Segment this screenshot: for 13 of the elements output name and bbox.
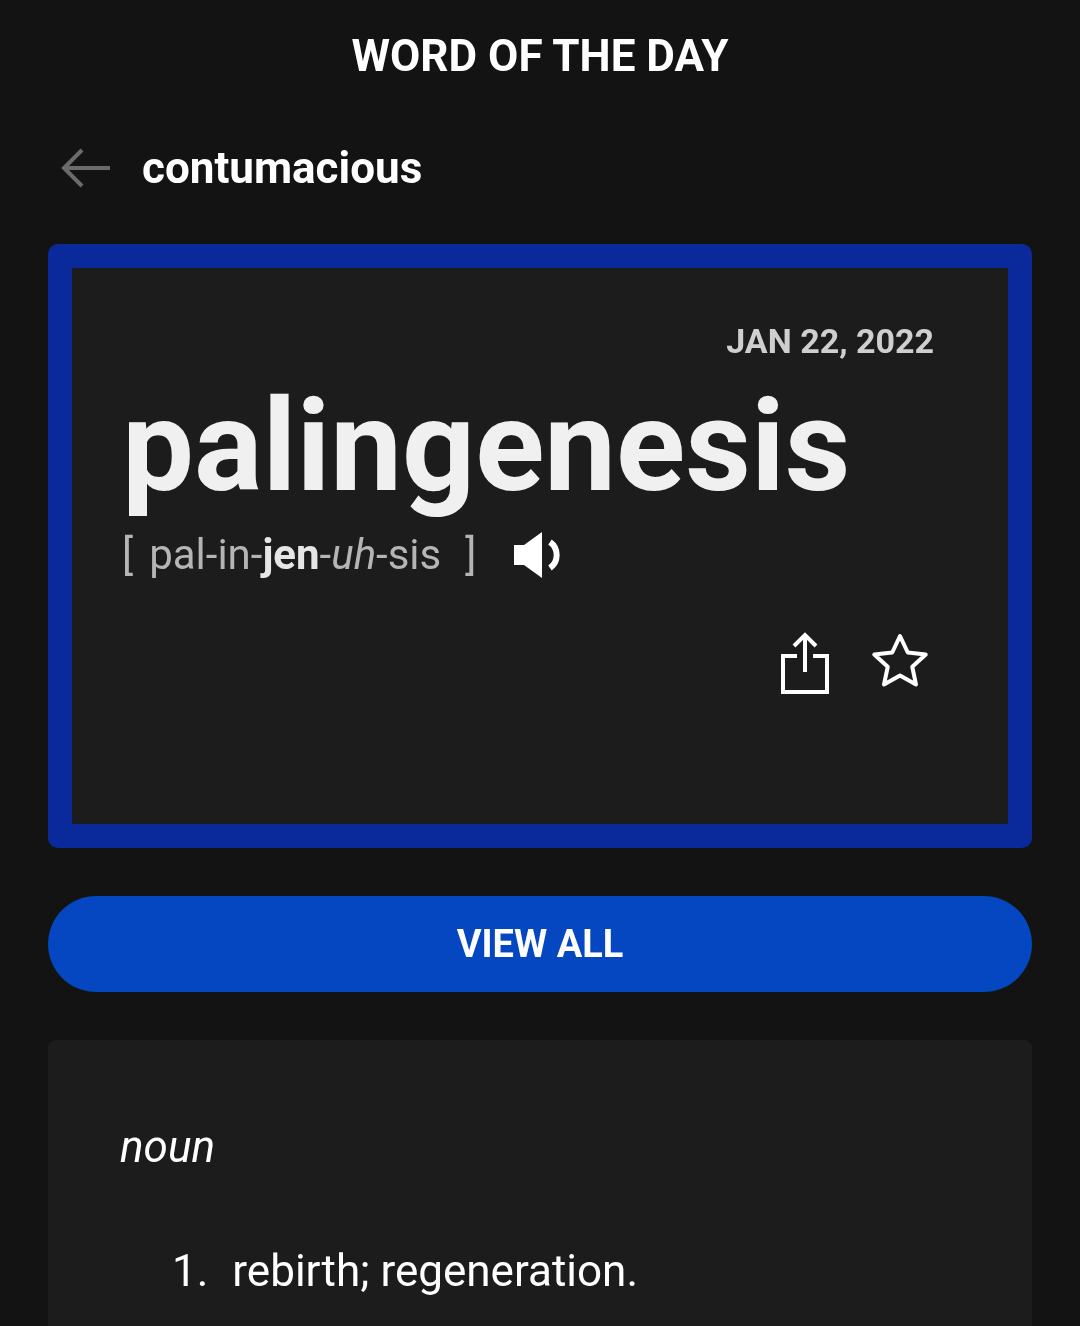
page-title: WORD OF THE DAY	[351, 29, 729, 84]
sense-number: 1.	[172, 1244, 209, 1299]
previous-word[interactable]: contumacious	[142, 135, 423, 201]
bracket: [	[122, 529, 134, 581]
bracket: ]	[465, 529, 477, 581]
share-icon[interactable]	[780, 632, 830, 694]
pronunciation: pal-in-jen-uh-sis	[149, 529, 442, 581]
back-arrow-icon[interactable]	[60, 148, 112, 188]
definition-text: rebirth; regeneration.	[232, 1244, 638, 1299]
headword: palingenesis	[122, 371, 852, 521]
date: JAN 22, 2022	[726, 320, 934, 363]
part-of-speech: noun	[120, 1120, 216, 1175]
view-all-button[interactable]: VIEW ALL	[48, 896, 1032, 992]
